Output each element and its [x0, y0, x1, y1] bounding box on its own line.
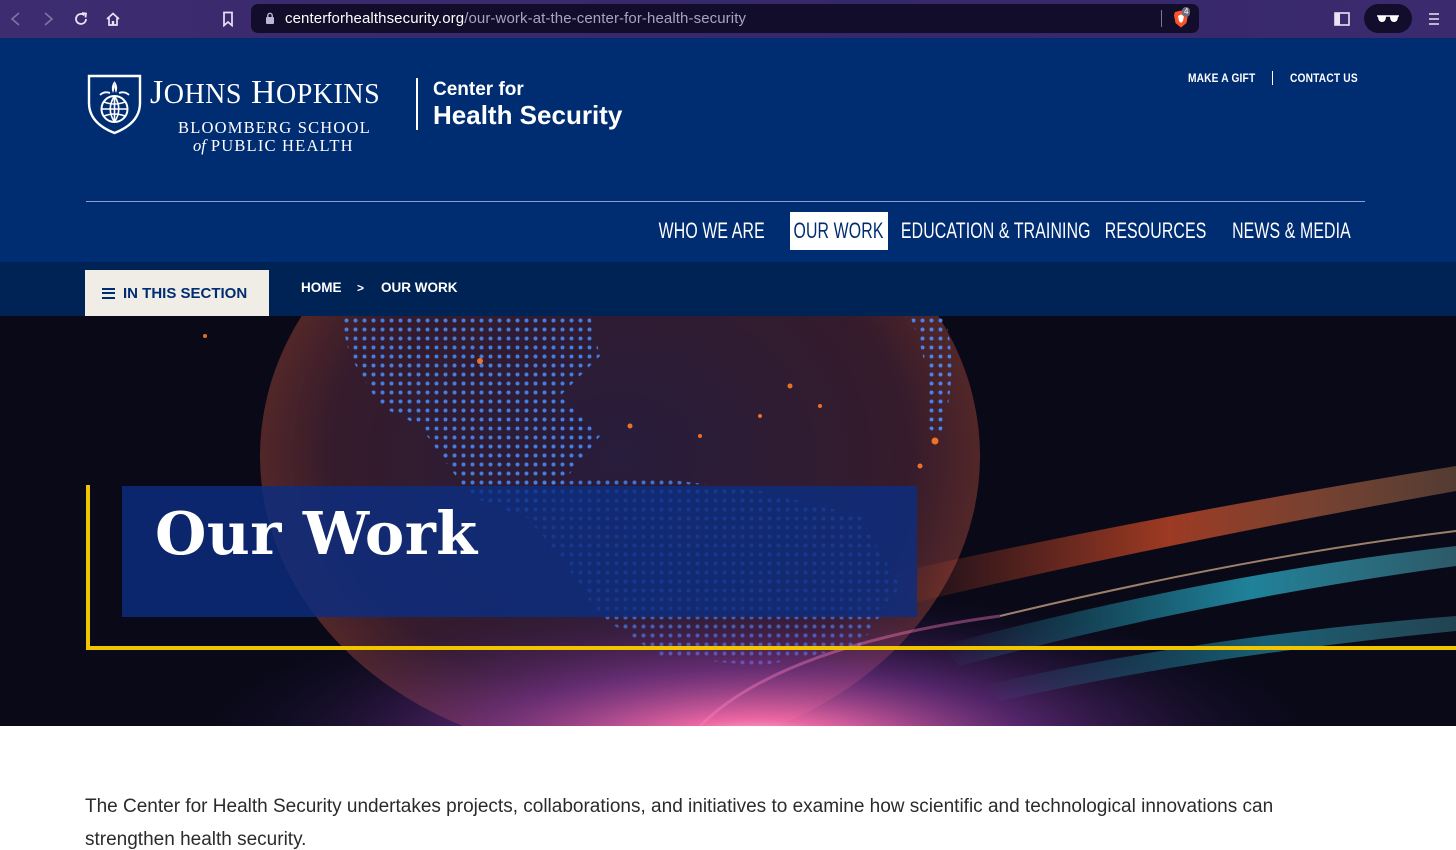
jh-last-rest: OPKINS [276, 79, 381, 110]
center-logo-line2[interactable]: Health Security [433, 100, 622, 131]
jh-of: of [193, 136, 206, 155]
forward-icon[interactable] [38, 9, 58, 29]
address-bar[interactable]: centerforhealthsecurity.org/our-work-at-… [251, 4, 1199, 33]
breadcrumb-separator: > [357, 281, 365, 295]
utility-links: MAKE A GIFT CONTACT US [1182, 71, 1364, 85]
jh-first-rest: OHNS [163, 79, 242, 110]
center-logo-line1[interactable]: Center for [433, 79, 524, 101]
nav-news-media[interactable]: NEWS & MEDIA [1230, 212, 1352, 250]
site-header: JOHNS HOPKINS BLOOMBERG SCHOOL of PUBLIC … [0, 38, 1456, 262]
make-a-gift-link[interactable]: MAKE A GIFT [1188, 71, 1255, 85]
jhu-shield-logo[interactable] [86, 73, 143, 135]
in-this-section-label: IN THIS SECTION [123, 284, 248, 302]
url-path: /our-work-at-the-center-for-health-secur… [464, 10, 747, 27]
nav-our-work[interactable]: OUR WORK [790, 212, 888, 250]
jh-school-line1: BLOOMBERG SCHOOL [178, 118, 371, 137]
reload-icon[interactable] [71, 9, 91, 29]
breadcrumb-bar: IN THIS SECTION HOME > OUR WORK [0, 262, 1456, 316]
back-icon[interactable] [6, 9, 26, 29]
contact-us-link[interactable]: CONTACT US [1290, 71, 1358, 85]
nav-education-training[interactable]: EDUCATION & TRAINING [901, 212, 1091, 250]
header-divider [86, 201, 1365, 202]
jh-first-initial: J [150, 74, 164, 111]
browser-toolbar: centerforhealthsecurity.org/our-work-at-… [0, 0, 1456, 38]
sidebar-icon[interactable] [1332, 9, 1352, 29]
jh-school-line2: of PUBLIC HEALTH [193, 136, 354, 156]
breadcrumb-current: OUR WORK [381, 280, 458, 295]
menu-icon[interactable] [1424, 9, 1444, 29]
jhu-wordmark[interactable]: JOHNS HOPKINS [150, 76, 380, 110]
intro-paragraph: The Center for Health Security undertake… [85, 796, 1274, 850]
bookmark-icon[interactable] [218, 9, 238, 29]
lock-icon [266, 12, 274, 24]
reader-glasses-icon[interactable] [1364, 4, 1412, 33]
home-icon[interactable] [103, 9, 123, 29]
logo-divider [416, 78, 418, 130]
page-title: Our Work [155, 499, 478, 568]
hamburger-icon [102, 287, 115, 299]
jh-public-health: PUBLIC HEALTH [210, 136, 354, 155]
utility-separator [1272, 71, 1274, 85]
jh-last-initial: H [250, 74, 277, 111]
nav-resources[interactable]: RESOURCES [1105, 212, 1206, 250]
breadcrumb-home[interactable]: HOME [301, 280, 342, 295]
url-domain: centerforhealthsecurity.org [285, 10, 465, 27]
in-this-section-button[interactable]: IN THIS SECTION [85, 270, 269, 316]
url-text: centerforhealthsecurity.org/our-work-at-… [285, 10, 746, 27]
hero-banner: Our Work [0, 316, 1456, 726]
url-divider [1161, 10, 1162, 27]
main-nav: WHO WE ARE OUR WORK EDUCATION & TRAINING… [0, 210, 1456, 252]
nav-who-we-are[interactable]: WHO WE ARE [659, 212, 765, 250]
